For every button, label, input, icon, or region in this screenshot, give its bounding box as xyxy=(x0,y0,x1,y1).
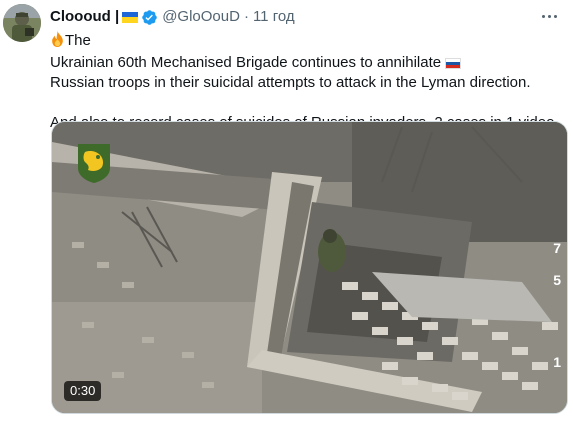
more-options-icon[interactable] xyxy=(537,6,561,26)
fire-icon xyxy=(50,31,65,53)
display-name[interactable]: Cloooud | xyxy=(50,8,119,26)
video-player[interactable]: 7 5 1 0:30 xyxy=(51,121,568,414)
tweet-text: The Ukrainian 60th Mechanised Brigade co… xyxy=(50,31,565,133)
timestamp[interactable]: 11 год xyxy=(253,8,295,26)
avatar-image xyxy=(3,4,41,42)
avatar[interactable] xyxy=(3,4,41,42)
ukraine-flag-icon xyxy=(95,36,111,47)
ukraine-flag-icon xyxy=(122,11,139,23)
tweet-card[interactable]: Cloooud | @GloOouD · 11 год The Ukrainia… xyxy=(0,0,573,421)
tweet-text-line1-start: The xyxy=(65,32,96,49)
video-duration-badge: 0:30 xyxy=(64,381,102,401)
overlay-number-3: 1 xyxy=(553,354,561,370)
tweet-header: Cloooud | @GloOouD · 11 год xyxy=(50,8,295,26)
author-handle[interactable]: @GloOouD xyxy=(162,8,240,26)
overlay-number-2: 5 xyxy=(553,272,561,288)
video-thumbnail xyxy=(52,122,567,413)
verified-badge-icon xyxy=(141,9,158,26)
separator-dot: · xyxy=(243,8,249,25)
tweet-text-line1-mid: Ukrainian 60th Mechanised Brigade contin… xyxy=(50,54,446,71)
russia-flag-icon xyxy=(445,58,462,69)
tweet-text-line1-end: Russian troops in their suicidal attempt… xyxy=(50,74,531,91)
overlay-number-1: 7 xyxy=(553,240,561,256)
brigade-lion-emblem-icon xyxy=(76,142,112,184)
